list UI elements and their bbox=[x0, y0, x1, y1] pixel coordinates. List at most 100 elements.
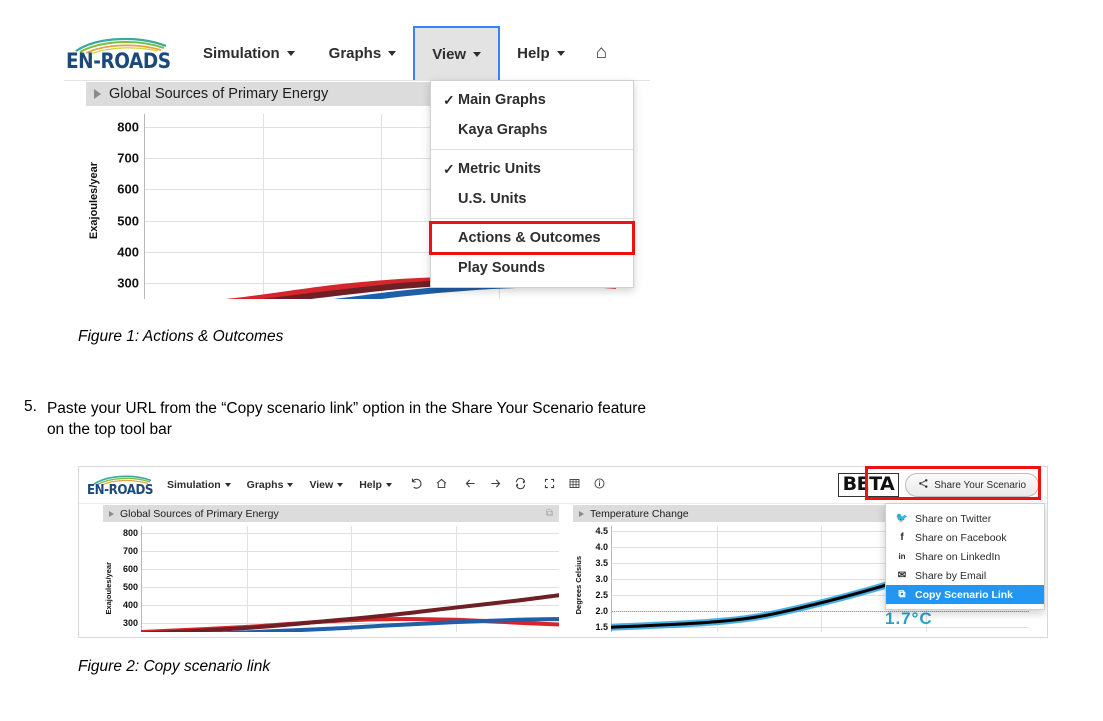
y-axis-tick-label: 400 bbox=[117, 244, 139, 260]
chevron-down-icon bbox=[388, 50, 397, 56]
reset-icon[interactable] bbox=[508, 477, 533, 493]
y-axis-tick-label: 2.0 bbox=[595, 606, 608, 617]
home-icon[interactable] bbox=[429, 477, 454, 493]
share-menu-item-share-on-facebook[interactable]: f Share on Facebook bbox=[886, 528, 1044, 547]
share-menu-item-copy-scenario-link[interactable]: ⧉ Copy Scenario Link bbox=[886, 585, 1044, 604]
nav-item-label: Graphs bbox=[246, 479, 284, 491]
y-axis-tick-label: 500 bbox=[117, 213, 139, 229]
figure2-screenshot: EN-ROADS Simulation Graphs View Help BET… bbox=[78, 466, 1048, 638]
list-item-number: 5. bbox=[24, 398, 37, 415]
view-menu-item-label: Metric Units bbox=[458, 161, 541, 177]
view-menu-item-actions-outcomes[interactable]: Actions & Outcomes bbox=[429, 221, 635, 255]
nav-item-graphs[interactable]: Graphs bbox=[239, 479, 302, 491]
triangle-right-icon[interactable] bbox=[109, 510, 114, 517]
twitter-icon: 🐦 bbox=[895, 513, 909, 524]
list-item-text: Paste your URL from the “Copy scenario l… bbox=[46, 400, 647, 438]
y-axis-tick-label: 3.5 bbox=[595, 557, 608, 568]
fullscreen-icon[interactable] bbox=[533, 477, 562, 493]
view-menu-item-kaya-graphs[interactable]: Kaya Graphs bbox=[431, 115, 633, 145]
view-menu-item-play-sounds[interactable]: Play Sounds bbox=[431, 253, 633, 283]
forward-arrow-icon[interactable] bbox=[483, 477, 508, 493]
view-dropdown-menu: ✓ Main Graphs Kaya Graphs ✓ Metric Units U.S.… bbox=[429, 80, 635, 288]
view-menu-item-label: U.S. Units bbox=[458, 191, 527, 207]
home-icon: ⌂ bbox=[595, 42, 608, 63]
linkedin-icon: in bbox=[898, 552, 906, 561]
chart-panel-header[interactable]: Global Sources of Primary Energy ⧉ bbox=[103, 505, 559, 522]
nav-item-view[interactable]: View bbox=[301, 479, 351, 491]
y-axis-tick-label: 300 bbox=[122, 618, 138, 629]
view-menu-item-u-s-units[interactable]: U.S. Units bbox=[431, 184, 633, 214]
share-menu-item-label: Share by Email bbox=[915, 569, 987, 582]
y-axis-tick-label: 1.5 bbox=[595, 622, 608, 633]
y-axis-tick-label: 800 bbox=[117, 119, 139, 135]
share-menu-item-label: Share on Facebook bbox=[915, 531, 1007, 544]
back-arrow-icon[interactable] bbox=[454, 477, 483, 493]
chevron-down-icon bbox=[286, 50, 295, 56]
view-menu-item-label: Actions & Outcomes bbox=[458, 230, 601, 246]
toolbar-icons bbox=[404, 477, 612, 493]
facebook-icon: f bbox=[900, 532, 904, 543]
chart-title: Temperature Change bbox=[590, 507, 689, 520]
view-menu-item-main-graphs[interactable]: ✓ Main Graphs bbox=[431, 85, 633, 115]
menu-separator bbox=[431, 218, 633, 219]
enroads-logo: EN-ROADS bbox=[66, 34, 171, 73]
share-menu-item-share-by-email[interactable]: ✉ Share by Email bbox=[886, 566, 1044, 585]
figure2-caption: Figure 2: Copy scenario link bbox=[78, 658, 271, 675]
info-icon[interactable] bbox=[587, 477, 612, 493]
triangle-right-icon[interactable] bbox=[94, 89, 101, 99]
check-icon: ✓ bbox=[443, 91, 455, 108]
chevron-down-icon bbox=[337, 483, 344, 487]
figure1-screenshot: EN-ROADS Simulation Graphs View Help ⌂ G… bbox=[64, 26, 650, 304]
y-axis-tick-label: 300 bbox=[117, 275, 139, 291]
email-icon: ✉ bbox=[897, 570, 907, 581]
enroads-logo: EN-ROADS bbox=[87, 473, 154, 498]
y-axis-tick-label: 2.5 bbox=[595, 590, 608, 601]
y-axis-tick-label: 800 bbox=[122, 528, 138, 539]
copy-icon[interactable]: ⧉ bbox=[546, 508, 553, 519]
share-menu-item-label: Share on Twitter bbox=[915, 512, 992, 525]
nav-item-graphs[interactable]: Graphs bbox=[312, 26, 414, 80]
temperature-readout: 1.7°C bbox=[885, 609, 933, 628]
share-menu-item-share-on-linkedin[interactable]: in Share on LinkedIn bbox=[886, 547, 1044, 566]
y-axis-tick-label: 700 bbox=[122, 546, 138, 557]
logo-wordmark: EN-ROADS bbox=[87, 482, 154, 498]
chevron-down-icon bbox=[556, 50, 565, 56]
chart-title: Global Sources of Primary Energy bbox=[109, 86, 329, 102]
figure1-caption: Figure 1: Actions & Outcomes bbox=[78, 328, 284, 345]
nav-item-help[interactable]: Help bbox=[351, 479, 400, 491]
y-axis-tick-label: 600 bbox=[122, 564, 138, 575]
y-axis-tick-label: 700 bbox=[117, 150, 139, 166]
nav-item-simulation[interactable]: Simulation bbox=[186, 26, 312, 80]
nav-item-label: View bbox=[432, 45, 467, 63]
nav-item-simulation[interactable]: Simulation bbox=[159, 479, 239, 491]
top-navbar: EN-ROADS Simulation Graphs View Help bbox=[64, 26, 650, 81]
nav-menu-list: Simulation Graphs View Help ⌂ bbox=[186, 26, 621, 80]
nav-item-label: Help bbox=[359, 479, 382, 491]
chart-title: Global Sources of Primary Energy bbox=[120, 507, 279, 520]
y-axis-tick-label: 400 bbox=[122, 600, 138, 611]
nav-item-home[interactable]: ⌂ bbox=[582, 26, 621, 80]
share-menu-item-share-on-twitter[interactable]: 🐦 Share on Twitter bbox=[886, 509, 1044, 528]
check-icon: ✓ bbox=[443, 160, 455, 177]
undo-icon[interactable] bbox=[404, 477, 429, 493]
triangle-right-icon[interactable] bbox=[579, 510, 584, 517]
share-menu-item-label: Share on LinkedIn bbox=[915, 550, 1001, 563]
nav-item-help[interactable]: Help bbox=[500, 26, 582, 80]
share-menu-item-label: Copy Scenario Link bbox=[915, 588, 1014, 601]
menu-separator bbox=[431, 149, 633, 150]
nav-item-view[interactable]: View bbox=[413, 26, 501, 80]
view-menu-item-metric-units[interactable]: ✓ Metric Units bbox=[431, 154, 633, 184]
nav-item-label: Simulation bbox=[203, 44, 280, 62]
y-axis-tick-label: 500 bbox=[122, 582, 138, 593]
copy-icon: ⧉ bbox=[898, 589, 906, 600]
y-axis-tick-label: 3.0 bbox=[595, 574, 608, 584]
nav-menu-list: Simulation Graphs View Help bbox=[159, 479, 400, 491]
y-axis-tick-label: 600 bbox=[117, 181, 139, 197]
y-axis-tick-label: 4.5 bbox=[595, 525, 608, 536]
chart-plot-area: Exajoules/year 800 700 600 500 400 300 bbox=[103, 522, 559, 634]
table-grid-icon[interactable] bbox=[562, 477, 587, 493]
instruction-list-item: 5. Paste your URL from the “Copy scenari… bbox=[24, 398, 664, 440]
enroads-app-window-1: EN-ROADS Simulation Graphs View Help ⌂ G… bbox=[64, 26, 650, 304]
nav-item-label: Simulation bbox=[167, 479, 221, 491]
nav-item-label: Help bbox=[517, 44, 550, 62]
